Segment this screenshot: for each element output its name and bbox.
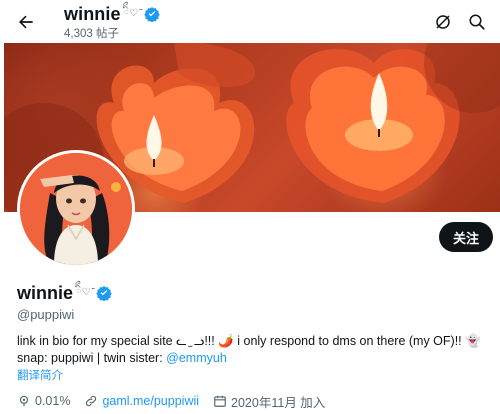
header-name: winnie — [64, 3, 121, 24]
avatar-image — [20, 153, 132, 265]
grok-button[interactable] — [430, 9, 456, 35]
avatar[interactable] — [17, 150, 135, 268]
link-icon — [86, 395, 97, 407]
header-title-block: winnie ིྀ♡ ̆̈ 4,303 帖子 — [64, 4, 160, 41]
profile-name-decor: ིྀ♡ ̆̈ — [76, 287, 94, 298]
bio-text: link in bio for my special site ᓚ ̫ ᓗ!!!… — [17, 334, 481, 365]
verified-badge-icon[interactable] — [96, 285, 112, 301]
bio-mention-link[interactable]: @emmyuh — [166, 351, 227, 365]
joined-date: 2020年11月 加入 — [231, 395, 326, 410]
meta-stat-value: 0.01% — [35, 394, 71, 408]
follow-button[interactable]: 关注 — [439, 222, 493, 252]
header-name-decor: ིྀ♡ ̆̈ — [123, 8, 141, 19]
profile-bio: link in bio for my special site ᓚ ̫ ᓗ!!!… — [17, 333, 487, 367]
profile-handle: @puppiwi — [17, 307, 75, 322]
calendar-icon — [214, 395, 226, 407]
profile-name: winnie — [17, 282, 74, 303]
post-count: 4,303 帖子 — [64, 28, 119, 40]
translate-bio-link[interactable]: 翻译简介 — [17, 367, 63, 383]
profile-meta: 0.01% gaml.me/puppiwii 2020年11月 加入 — [17, 392, 339, 410]
back-arrow-icon — [19, 15, 33, 29]
profile-info: winnie ིྀ♡ ̆̈ @puppiwi — [17, 282, 487, 322]
top-bar: winnie ིྀ♡ ̆̈ 4,303 帖子 — [0, 0, 500, 42]
back-button[interactable] — [12, 8, 40, 36]
search-icon — [469, 14, 485, 30]
meta-stat: 0.01% — [17, 394, 70, 408]
grok-icon — [436, 15, 450, 29]
sparkle-icon — [19, 395, 29, 407]
verified-badge-icon — [144, 6, 160, 22]
search-button[interactable] — [464, 9, 490, 35]
profile-website-link[interactable]: gaml.me/puppiwii — [102, 394, 199, 408]
meta-joined: 2020年11月 加入 — [213, 392, 325, 411]
meta-link: gaml.me/puppiwii — [84, 394, 199, 408]
